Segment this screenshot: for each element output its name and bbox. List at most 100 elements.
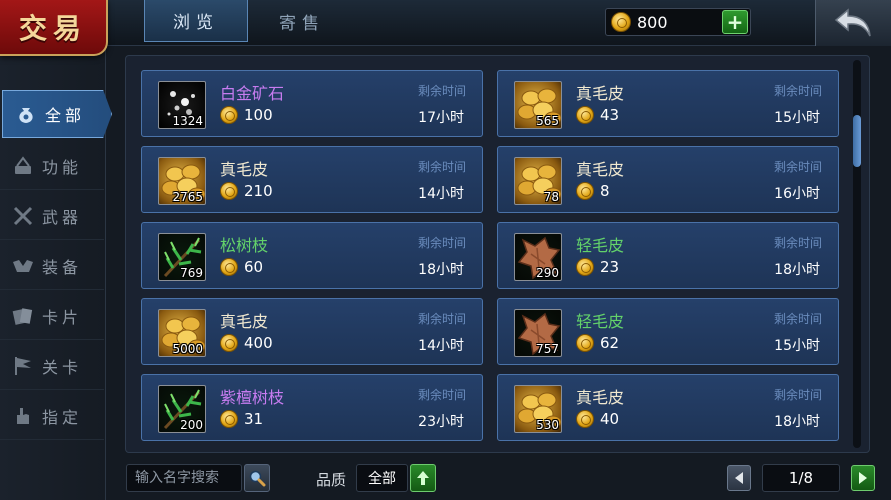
item-name: 真毛皮	[220, 312, 269, 331]
item-name: 真毛皮	[576, 84, 625, 103]
item-price: 40	[600, 410, 620, 428]
money-bag-icon	[13, 101, 39, 127]
scrollbar-thumb[interactable]	[853, 115, 861, 167]
sidebar-item-label: 功能	[42, 157, 83, 177]
prev-page-button[interactable]	[727, 465, 751, 491]
item-price-row: 100	[220, 106, 273, 124]
item-price-row: 23	[576, 258, 619, 276]
function-icon	[10, 153, 36, 179]
item-name: 真毛皮	[576, 160, 625, 179]
gold-coin-icon	[220, 182, 238, 200]
search-button[interactable]	[244, 464, 270, 492]
item-name: 轻毛皮	[576, 312, 625, 331]
back-arrow-icon	[834, 8, 871, 37]
item-quantity: 290	[536, 266, 559, 280]
time-remaining-label: 剩余时间	[417, 312, 466, 326]
item-thumbnail: 757	[514, 309, 562, 357]
quality-select[interactable]: 全部	[356, 464, 408, 492]
add-gold-button[interactable]: +	[722, 10, 748, 34]
time-remaining-value: 23小时	[418, 414, 464, 430]
time-remaining-value: 15小时	[774, 338, 820, 354]
time-remaining-label: 剩余时间	[773, 312, 822, 326]
search-input[interactable]	[126, 464, 242, 492]
time-remaining-value: 16小时	[774, 186, 820, 202]
item-price: 31	[244, 410, 264, 428]
gold-coin-icon	[576, 334, 594, 352]
listing-card[interactable]: 530 真毛皮 40 剩余时间 18小时	[497, 374, 839, 441]
item-price: 60	[244, 258, 264, 276]
listing-card[interactable]: 757 轻毛皮 62 剩余时间 15小时	[497, 298, 839, 365]
gold-coin-icon	[220, 258, 238, 276]
tab-consign[interactable]: 寄售	[250, 0, 354, 42]
plus-icon: +	[726, 10, 744, 34]
item-price: 210	[244, 182, 273, 200]
gold-coin-icon	[220, 106, 238, 124]
item-price: 8	[600, 182, 610, 200]
time-remaining-label: 剩余时间	[417, 160, 466, 174]
gold-coin-icon	[576, 410, 594, 428]
quality-label: 品质	[316, 471, 347, 489]
sidebar-item-weapon[interactable]: 武器	[0, 192, 104, 240]
item-price-row: 60	[220, 258, 263, 276]
back-button[interactable]	[815, 0, 891, 46]
item-name: 真毛皮	[576, 388, 625, 407]
item-thumbnail: 200	[158, 385, 206, 433]
tab-browse[interactable]: 浏览	[144, 0, 248, 42]
item-price: 100	[244, 106, 273, 124]
item-name: 真毛皮	[220, 160, 269, 179]
item-price: 23	[600, 258, 620, 276]
item-price-row: 40	[576, 410, 619, 428]
item-quantity: 2765	[172, 190, 203, 204]
time-remaining-label: 剩余时间	[417, 388, 466, 402]
sidebar-item-stage[interactable]: 关卡	[0, 342, 104, 390]
item-price: 400	[244, 334, 273, 352]
time-remaining-value: 17小时	[418, 110, 464, 126]
magnifier-icon	[249, 470, 266, 487]
time-remaining-value: 18小时	[774, 262, 820, 278]
item-quantity: 78	[543, 190, 559, 204]
armor-icon	[10, 253, 36, 279]
time-remaining-label: 剩余时间	[417, 84, 466, 98]
item-price-row: 62	[576, 334, 619, 352]
sidebar-item-specified[interactable]: 指定	[0, 392, 104, 440]
listing-card[interactable]: 769 松树枝 60 剩余时间 18小时	[141, 222, 483, 289]
item-thumbnail: 565	[514, 81, 562, 129]
listing-card[interactable]: 290 轻毛皮 23 剩余时间 18小时	[497, 222, 839, 289]
item-thumbnail: 1324	[158, 81, 206, 129]
listing-card[interactable]: 5000 真毛皮 400 剩余时间 14小时	[141, 298, 483, 365]
time-remaining-label: 剩余时间	[773, 160, 822, 174]
next-page-button[interactable]	[851, 465, 875, 491]
sidebar-item-all[interactable]: 全部	[2, 90, 112, 138]
item-thumbnail: 2765	[158, 157, 206, 205]
listing-card[interactable]: 200 紫檀树枝 31 剩余时间 23小时	[141, 374, 483, 441]
sidebar-item-card[interactable]: 卡片	[0, 292, 104, 340]
sidebar-item-armor[interactable]: 装备	[0, 242, 104, 290]
gold-coin-icon	[220, 334, 238, 352]
item-thumbnail: 530	[514, 385, 562, 433]
item-thumbnail: 290	[514, 233, 562, 281]
listings-scrollbar[interactable]	[853, 60, 861, 448]
item-thumbnail: 78	[514, 157, 562, 205]
time-remaining-label: 剩余时间	[773, 84, 822, 98]
gold-coin-icon	[611, 12, 631, 32]
item-thumbnail: 5000	[158, 309, 206, 357]
item-thumbnail: 769	[158, 233, 206, 281]
sidebar-item-function[interactable]: 功能	[0, 142, 104, 190]
listing-card[interactable]: 2765 真毛皮 210 剩余时间 14小时	[141, 146, 483, 213]
sidebar-item-label: 关卡	[42, 357, 83, 377]
category-sidebar: 全部 功能 武器 装备 卡片 关卡 指定	[0, 46, 112, 500]
weapon-icon	[10, 203, 36, 229]
item-quantity: 530	[536, 418, 559, 432]
flag-icon	[10, 353, 36, 379]
gold-coin-icon	[576, 258, 594, 276]
time-remaining-label: 剩余时间	[773, 388, 822, 402]
listing-card[interactable]: 1324 白金矿石 100 剩余时间 17小时	[141, 70, 483, 137]
listing-card[interactable]: 565 真毛皮 43 剩余时间 15小时	[497, 70, 839, 137]
item-quantity: 1324	[172, 114, 203, 128]
time-remaining-value: 14小时	[418, 186, 464, 202]
time-remaining-value: 14小时	[418, 338, 464, 354]
item-name: 轻毛皮	[576, 236, 625, 255]
quality-toggle-button[interactable]	[410, 464, 436, 492]
listing-card[interactable]: 78 真毛皮 8 剩余时间 16小时	[497, 146, 839, 213]
item-price-row: 210	[220, 182, 273, 200]
